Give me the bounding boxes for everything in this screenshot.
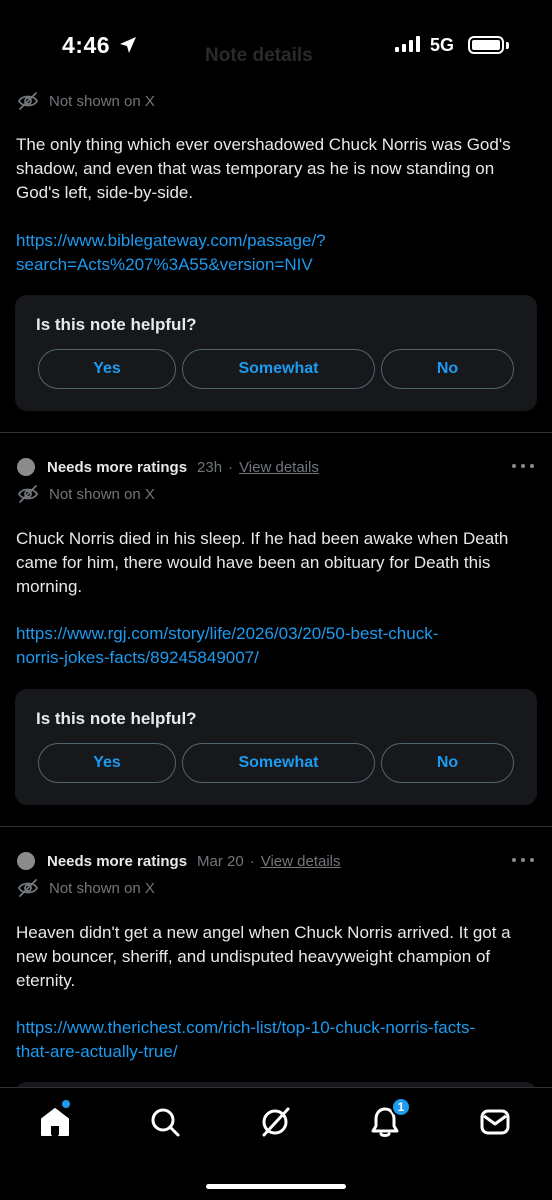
battery-icon [468,36,504,54]
rate-no-button[interactable]: No [381,349,514,389]
not-shown-indicator: Not shown on X [17,484,155,504]
note-source-link-line2[interactable]: that-are-actually-true/ [16,1040,541,1064]
status-bar: Note details 4:46 5G [0,0,552,92]
note-source-link-line1[interactable]: https://www.biblegateway.com/passage/? [16,229,541,253]
page-title: Note details [205,45,313,66]
rate-somewhat-button[interactable]: Somewhat [182,349,375,389]
status-dot-icon [17,458,35,476]
rating-status: Needs more ratings [47,458,188,476]
not-shown-label: Not shown on X [49,92,155,110]
eye-off-icon [17,485,39,503]
clock: 4:46 [62,32,111,58]
note-source-link-line2[interactable]: norris-jokes-facts/89245849007/ [16,646,541,670]
grok-icon[interactable] [258,1105,292,1139]
helpful-question: Is this note helpful? [36,709,197,728]
helpful-rating-card: Is this note helpful? Yes Somewhat No [15,295,537,411]
helpful-rating-card: Is this note helpful? Yes Somewhat No [15,689,537,805]
more-options-icon[interactable] [512,464,534,470]
eye-off-icon [17,92,39,110]
notes-feed[interactable]: Not shown on X The only thing which ever… [0,0,552,1200]
view-details-link[interactable]: View details [261,853,341,870]
home-icon[interactable] [38,1105,72,1139]
note-source-link-line1[interactable]: https://www.rgj.com/story/life/2026/03/2… [16,622,541,646]
not-shown-indicator: Not shown on X [17,91,155,111]
rating-status: Needs more ratings [47,852,188,870]
eye-off-icon [17,879,39,897]
note-time: 23h [197,458,223,476]
home-indicator-bar[interactable] [206,1184,346,1189]
rate-yes-button[interactable]: Yes [38,349,176,389]
rate-yes-button[interactable]: Yes [38,743,176,783]
divider [0,432,552,433]
note-meta: Needs more ratings 23h · View details [17,455,319,479]
note-text: The only thing which ever overshadowed C… [16,135,511,202]
network-type: 5G [430,35,455,55]
note-time: Mar 20 [197,852,244,870]
cellular-signal-icon [395,36,420,52]
note-text: Chuck Norris died in his sleep. If he ha… [16,529,509,596]
more-options-icon[interactable] [512,858,534,864]
note-meta: Needs more ratings Mar 20 · View details [17,849,341,873]
notification-count-badge: 1 [391,1097,411,1117]
rate-somewhat-button[interactable]: Somewhat [182,743,375,783]
not-shown-label: Not shown on X [49,485,155,503]
rate-no-button[interactable]: No [381,743,514,783]
battery-nub [506,42,509,49]
messages-icon[interactable] [478,1105,512,1139]
status-dot-icon [17,852,35,870]
helpful-question: Is this note helpful? [36,315,197,334]
separator: · [249,852,255,870]
location-arrow-icon [120,37,136,53]
note-source-link[interactable]: https://www.biblegateway.com/passage/? s… [16,229,541,277]
note-source-link-line1[interactable]: https://www.therichest.com/rich-list/top… [16,1016,541,1040]
note-source-link[interactable]: https://www.therichest.com/rich-list/top… [16,1016,541,1064]
search-icon[interactable] [148,1105,182,1139]
new-posts-indicator [62,1100,70,1108]
divider [0,826,552,827]
note-source-link[interactable]: https://www.rgj.com/story/life/2026/03/2… [16,622,541,670]
not-shown-indicator: Not shown on X [17,878,155,898]
separator: · [228,458,234,476]
note-text: Heaven didn't get a new angel when Chuck… [16,923,511,990]
not-shown-label: Not shown on X [49,879,155,897]
view-details-link[interactable]: View details [239,459,319,476]
note-source-link-line2[interactable]: search=Acts%207%3A55&version=NIV [16,253,541,277]
